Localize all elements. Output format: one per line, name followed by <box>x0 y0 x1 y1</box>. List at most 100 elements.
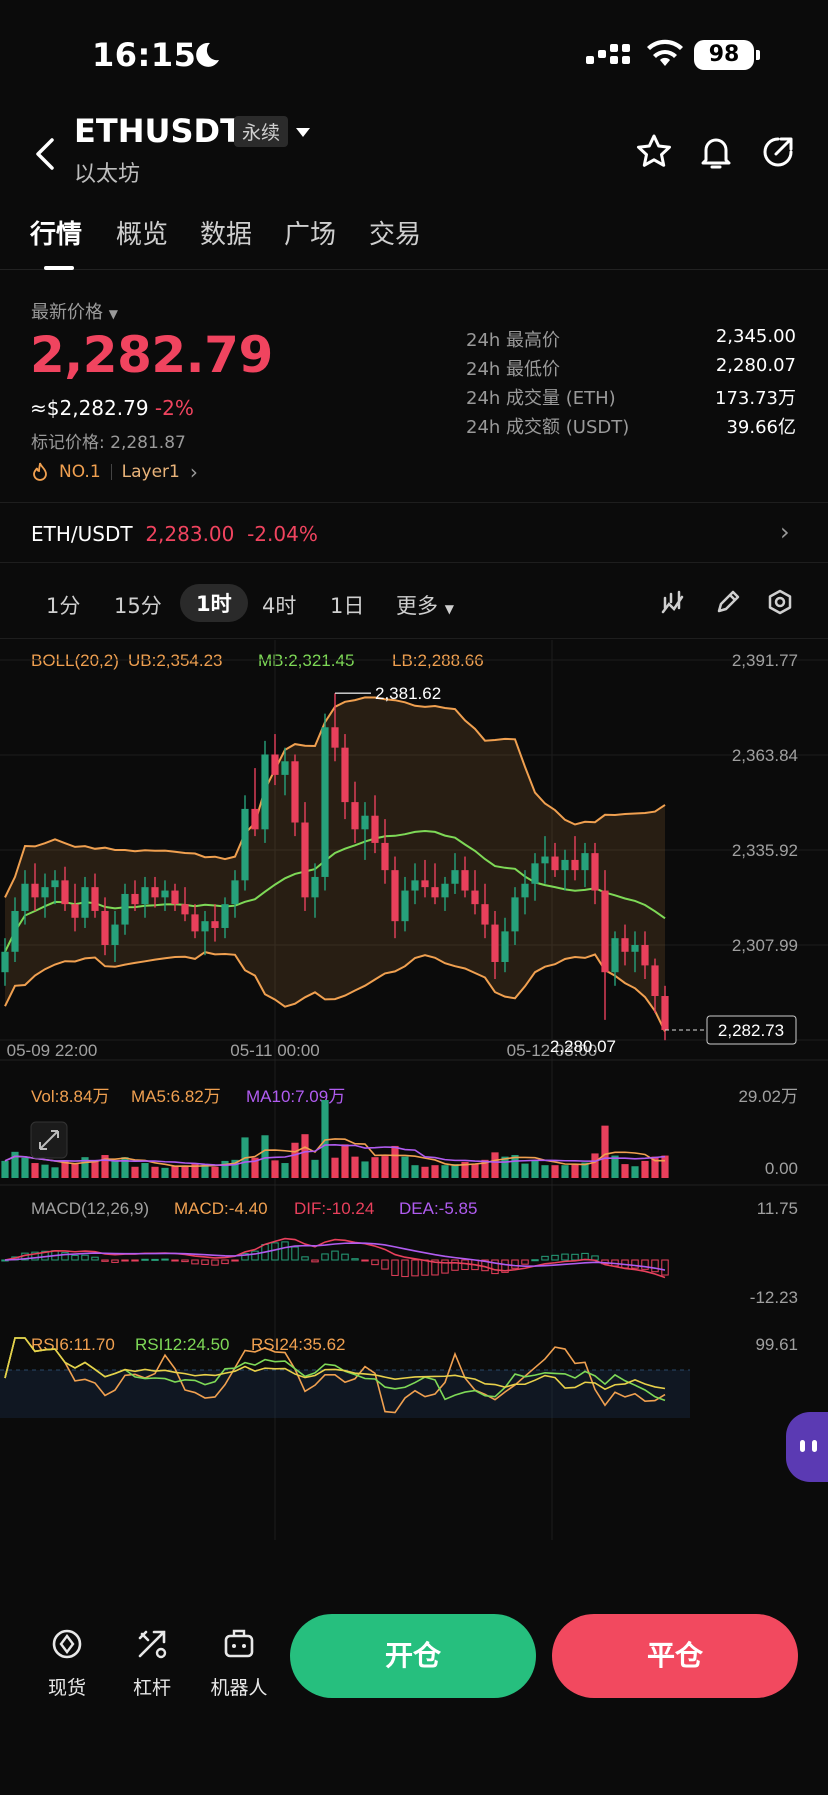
macd-histogram-bar <box>561 1253 569 1261</box>
macd-histogram-bar <box>661 1259 669 1276</box>
leverage-button[interactable]: 杠杆 <box>112 1626 192 1700</box>
candle-body <box>391 870 399 922</box>
floating-assistant-button[interactable] <box>786 1412 828 1482</box>
candle-body <box>221 904 229 928</box>
volume-bar <box>161 1167 169 1178</box>
candle-body <box>91 887 99 911</box>
y-tick-label: 2,391.77 <box>732 651 798 670</box>
tab-overview[interactable]: 概览 <box>116 214 168 251</box>
open-position-button[interactable]: 开仓 <box>290 1614 536 1698</box>
candle-body <box>281 761 289 775</box>
volume-bar <box>301 1134 309 1178</box>
volume-bar <box>151 1166 159 1178</box>
macd-histogram-bar <box>351 1258 359 1261</box>
candle-body <box>181 904 189 915</box>
candle-body <box>31 883 39 898</box>
candle-body <box>1 951 9 973</box>
macd-histogram-bar <box>421 1259 429 1276</box>
volume-bar <box>1 1160 9 1178</box>
spot-pair-row[interactable]: ETH/USDT 2,283.00 -2.04% <box>31 522 318 546</box>
interval-4h[interactable]: 4时 <box>262 590 296 620</box>
tag-row[interactable]: NO.1 Layer1 › <box>31 460 198 484</box>
candle-body <box>11 910 19 952</box>
indicator-icon[interactable] <box>660 588 688 616</box>
candle-body <box>101 910 109 945</box>
macd-histogram-bar <box>361 1259 369 1262</box>
candle-body <box>161 890 169 898</box>
price-change: -2% <box>154 396 194 420</box>
symbol-dropdown-icon[interactable] <box>296 128 310 137</box>
stat-row: 24h 最高价 2,345.00 <box>466 326 796 351</box>
kline-chart[interactable]: BOLL(20,2) UB:2,354.23 MB:2,321.45 LB:2,… <box>0 640 828 1640</box>
tab-trade[interactable]: 交易 <box>369 214 421 251</box>
interval-15m[interactable]: 15分 <box>114 590 162 620</box>
candle-body <box>471 890 479 905</box>
interval-1d[interactable]: 1日 <box>330 590 364 620</box>
candle-body <box>451 870 459 884</box>
candle-body <box>121 893 129 925</box>
macd-max-label: 11.75 <box>757 1199 798 1218</box>
spot-button[interactable]: 现货 <box>27 1626 107 1700</box>
candle-body <box>351 802 359 830</box>
interval-1h[interactable]: 1时 <box>180 584 248 622</box>
candle-body <box>641 944 649 966</box>
draw-pencil-icon[interactable] <box>714 588 742 616</box>
candle-body <box>611 938 619 973</box>
candle-body <box>201 921 209 932</box>
low-price-label: 2,280.07 <box>550 1037 616 1056</box>
volume-bar <box>351 1156 359 1178</box>
volume-bar <box>291 1142 299 1178</box>
candle-body <box>241 808 249 881</box>
candle-body <box>651 965 659 997</box>
volume-bar <box>311 1159 319 1178</box>
macd-histogram-bar <box>181 1259 189 1263</box>
interval-more[interactable]: 更多 ▼ <box>396 590 454 620</box>
macd-histogram-bar <box>451 1259 459 1271</box>
volume-bar <box>601 1125 609 1178</box>
expand-chart-icon[interactable] <box>30 1121 68 1159</box>
chart-settings-icon[interactable] <box>766 588 794 616</box>
latest-price-label[interactable]: 最新价格 ▼ <box>31 298 118 324</box>
macd-histogram-bar <box>321 1253 329 1261</box>
candle-body <box>131 893 139 905</box>
macd-histogram-bar <box>371 1259 379 1266</box>
vol-ma5-label: MA5:6.82万 <box>131 1087 221 1106</box>
macd-histogram-bar <box>101 1259 109 1262</box>
tab-market[interactable]: 行情 <box>30 214 82 251</box>
symbol-title[interactable]: ETHUSDT <box>74 112 242 150</box>
macd-histogram-bar <box>121 1259 129 1262</box>
volume-bar <box>541 1165 549 1178</box>
volume-bar <box>141 1163 149 1178</box>
stat-row: 24h 成交额 (USDT) 39.66亿 <box>466 417 796 438</box>
tab-square[interactable]: 广场 <box>284 214 336 251</box>
close-position-button[interactable]: 平仓 <box>552 1614 798 1698</box>
share-icon[interactable] <box>758 132 798 172</box>
volume-bar <box>411 1165 419 1178</box>
cellular-signal-icon <box>586 44 630 64</box>
tab-data[interactable]: 数据 <box>200 214 252 251</box>
volume-bar <box>211 1166 219 1178</box>
high-price-label: 2,381.62 <box>375 684 441 703</box>
candle-body <box>301 822 309 898</box>
candle-body <box>481 904 489 925</box>
candle-body <box>401 890 409 922</box>
candle-body <box>271 754 279 775</box>
macd-histogram-bar <box>381 1259 389 1270</box>
candle-body <box>41 887 49 898</box>
volume-bar <box>131 1166 139 1178</box>
volume-bar <box>491 1152 499 1178</box>
chevron-right-icon[interactable]: › <box>780 518 790 546</box>
back-arrow-icon[interactable] <box>30 134 60 174</box>
macd-histogram-bar <box>81 1254 89 1261</box>
volume-bar <box>171 1166 179 1178</box>
interval-1m[interactable]: 1分 <box>46 590 80 620</box>
star-icon[interactable] <box>634 132 674 172</box>
macd-histogram-bar <box>201 1259 209 1265</box>
spot-icon <box>52 1629 82 1659</box>
vol-ma10-label: MA10:7.09万 <box>246 1087 345 1106</box>
y-tick-label: 2,307.99 <box>732 936 798 955</box>
leverage-icon <box>138 1630 167 1659</box>
bell-icon[interactable] <box>696 132 736 172</box>
volume-bar <box>281 1163 289 1178</box>
robot-button[interactable]: 机器人 <box>199 1626 279 1700</box>
